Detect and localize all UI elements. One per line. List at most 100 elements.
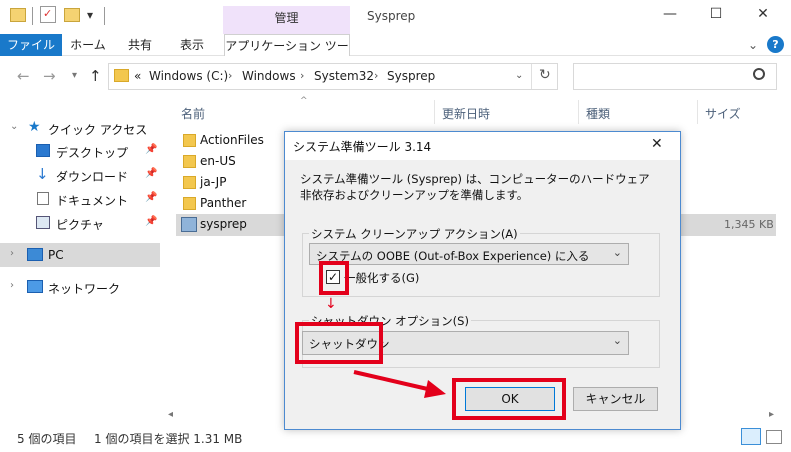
chevron-right-icon[interactable]: › — [374, 69, 378, 82]
forward-arrow-icon[interactable]: → — [43, 67, 56, 85]
dialog-title: システム準備ツール 3.14 — [293, 140, 432, 154]
nav-item-network[interactable]: › ネットワーク — [0, 276, 160, 298]
star-icon: ★ — [28, 119, 41, 135]
column-divider[interactable] — [578, 100, 579, 124]
generalize-label[interactable]: 一般化する(G) — [344, 270, 419, 286]
back-arrow-icon[interactable]: ← — [17, 67, 30, 85]
cleanup-action-value: システムの OOBE (Out-of-Box Experience) に入る — [316, 249, 590, 263]
nav-label: ネットワーク — [48, 282, 121, 296]
nav-quick-access[interactable]: ⌄ ★ クイック アクセス — [0, 117, 160, 139]
address-divider — [531, 64, 532, 89]
chevron-down-icon[interactable]: ⌄ — [10, 121, 18, 132]
cleanup-action-dropdown[interactable]: システムの OOBE (Out-of-Box Experience) に入る ⌄ — [309, 243, 629, 265]
nav-item-pictures[interactable]: ピクチャ 📌 — [0, 212, 160, 234]
application-icon — [181, 217, 197, 232]
nav-item-desktop[interactable]: デスクトップ 📌 — [0, 140, 160, 162]
folder-icon — [183, 155, 196, 168]
folder-icon — [183, 197, 196, 210]
nav-label: ドキュメント — [56, 194, 129, 208]
highlight-shutdown-option — [295, 322, 383, 364]
file-size: 1,345 KB — [724, 218, 774, 231]
status-selection: 1 個の項目を選択 1.31 MB — [94, 432, 243, 446]
nav-label: ダウンロード — [56, 170, 129, 184]
nav-item-downloads[interactable]: ↓ ダウンロード 📌 — [0, 164, 160, 186]
network-icon — [27, 280, 43, 293]
help-icon[interactable]: ? — [767, 36, 784, 53]
search-input[interactable] — [573, 63, 777, 90]
toolbar-divider — [32, 7, 33, 25]
download-arrow-icon: ↓ — [36, 165, 49, 183]
folder-icon — [183, 134, 196, 147]
tab-file[interactable]: ファイル — [0, 34, 62, 56]
pointer-arrow-icon — [353, 370, 446, 398]
file-name: Panther — [200, 196, 247, 210]
chevron-right-icon[interactable]: › — [10, 280, 14, 291]
highlight-generalize-checkbox — [319, 261, 349, 295]
nav-item-pc[interactable]: › PC — [0, 243, 160, 267]
file-name: ActionFiles — [200, 133, 264, 147]
breadcrumb-windows-c[interactable]: Windows (C:) — [149, 69, 228, 83]
cleanup-action-label: システム クリーンアップ アクション(A) — [309, 226, 520, 242]
close-button[interactable]: ✕ — [748, 6, 778, 26]
minimize-button[interactable]: — — [655, 6, 685, 26]
folder-icon — [10, 8, 26, 22]
address-dropdown-icon[interactable]: ⌄ — [515, 70, 523, 81]
chevron-right-icon[interactable]: › — [10, 248, 14, 259]
breadcrumb-sysprep[interactable]: Sysprep — [387, 69, 435, 83]
column-header-name[interactable]: 名前 — [181, 105, 205, 122]
breadcrumb-system32[interactable]: System32 — [314, 69, 374, 83]
large-icons-view-icon[interactable] — [766, 430, 782, 444]
nav-label: クイック アクセス — [48, 123, 148, 137]
folder-icon — [114, 69, 129, 82]
tab-share[interactable]: 共有 — [118, 34, 162, 56]
tab-view[interactable]: 表示 — [170, 34, 214, 56]
search-icon — [753, 68, 765, 80]
arrow-down-icon: ↓ — [325, 296, 337, 312]
document-icon — [37, 192, 49, 205]
tab-home[interactable]: ホーム — [66, 34, 110, 56]
ribbon-expand-icon[interactable]: ⌄ — [748, 38, 758, 52]
folder-icon — [183, 176, 196, 189]
pin-icon: 📌 — [145, 168, 158, 179]
column-header-type[interactable]: 種類 — [586, 105, 610, 122]
breadcrumb-windows[interactable]: Windows — [242, 69, 296, 83]
tab-application-tools[interactable]: アプリケーション ツール — [224, 34, 350, 75]
column-divider[interactable] — [697, 100, 698, 124]
chevron-down-icon: ⌄ — [612, 334, 622, 347]
sort-arrow-icon: ^ — [300, 96, 308, 106]
maximize-button[interactable]: ☐ — [701, 6, 731, 26]
column-header-size[interactable]: サイズ — [705, 105, 741, 122]
dialog-close-button[interactable]: ✕ — [651, 136, 663, 152]
recent-locations-icon[interactable]: ▾ — [72, 70, 77, 81]
new-folder-icon[interactable] — [64, 8, 80, 22]
status-item-count: 5 個の項目 — [17, 432, 77, 446]
picture-icon — [36, 216, 50, 229]
nav-item-documents[interactable]: ドキュメント 📌 — [0, 188, 160, 210]
pin-icon: 📌 — [145, 144, 158, 155]
pin-icon: 📌 — [145, 192, 158, 203]
customize-quick-access-icon[interactable]: ▾ — [87, 8, 93, 22]
dialog-description: システム準備ツール (Sysprep) は、コンピューターのハードウェア非依存お… — [300, 172, 650, 202]
file-name: sysprep — [200, 217, 247, 231]
chevron-right-icon[interactable]: › — [300, 69, 304, 82]
nav-label: ピクチャ — [56, 218, 104, 232]
file-name: en-US — [200, 154, 236, 168]
scroll-left-icon[interactable]: ◂ — [168, 409, 173, 420]
column-divider[interactable] — [434, 100, 435, 124]
desktop-icon — [36, 144, 50, 157]
up-arrow-icon[interactable]: ↑ — [89, 67, 102, 85]
refresh-icon[interactable]: ↻ — [539, 67, 551, 83]
chevron-right-icon[interactable]: › — [228, 69, 232, 82]
chevron-down-icon: ⌄ — [612, 246, 622, 259]
cancel-button[interactable]: キャンセル — [573, 387, 658, 411]
pin-icon: 📌 — [145, 216, 158, 227]
context-tab-group-label: 管理 — [274, 11, 299, 25]
properties-icon[interactable]: ✓ — [40, 6, 56, 23]
nav-label: PC — [48, 248, 64, 262]
file-name: ja-JP — [200, 175, 227, 189]
scroll-right-icon[interactable]: ▸ — [769, 409, 774, 420]
column-header-modified[interactable]: 更新日時 — [442, 105, 490, 122]
breadcrumb-overflow[interactable]: « — [134, 69, 141, 83]
details-view-icon[interactable] — [741, 428, 761, 445]
nav-label: デスクトップ — [56, 146, 129, 160]
